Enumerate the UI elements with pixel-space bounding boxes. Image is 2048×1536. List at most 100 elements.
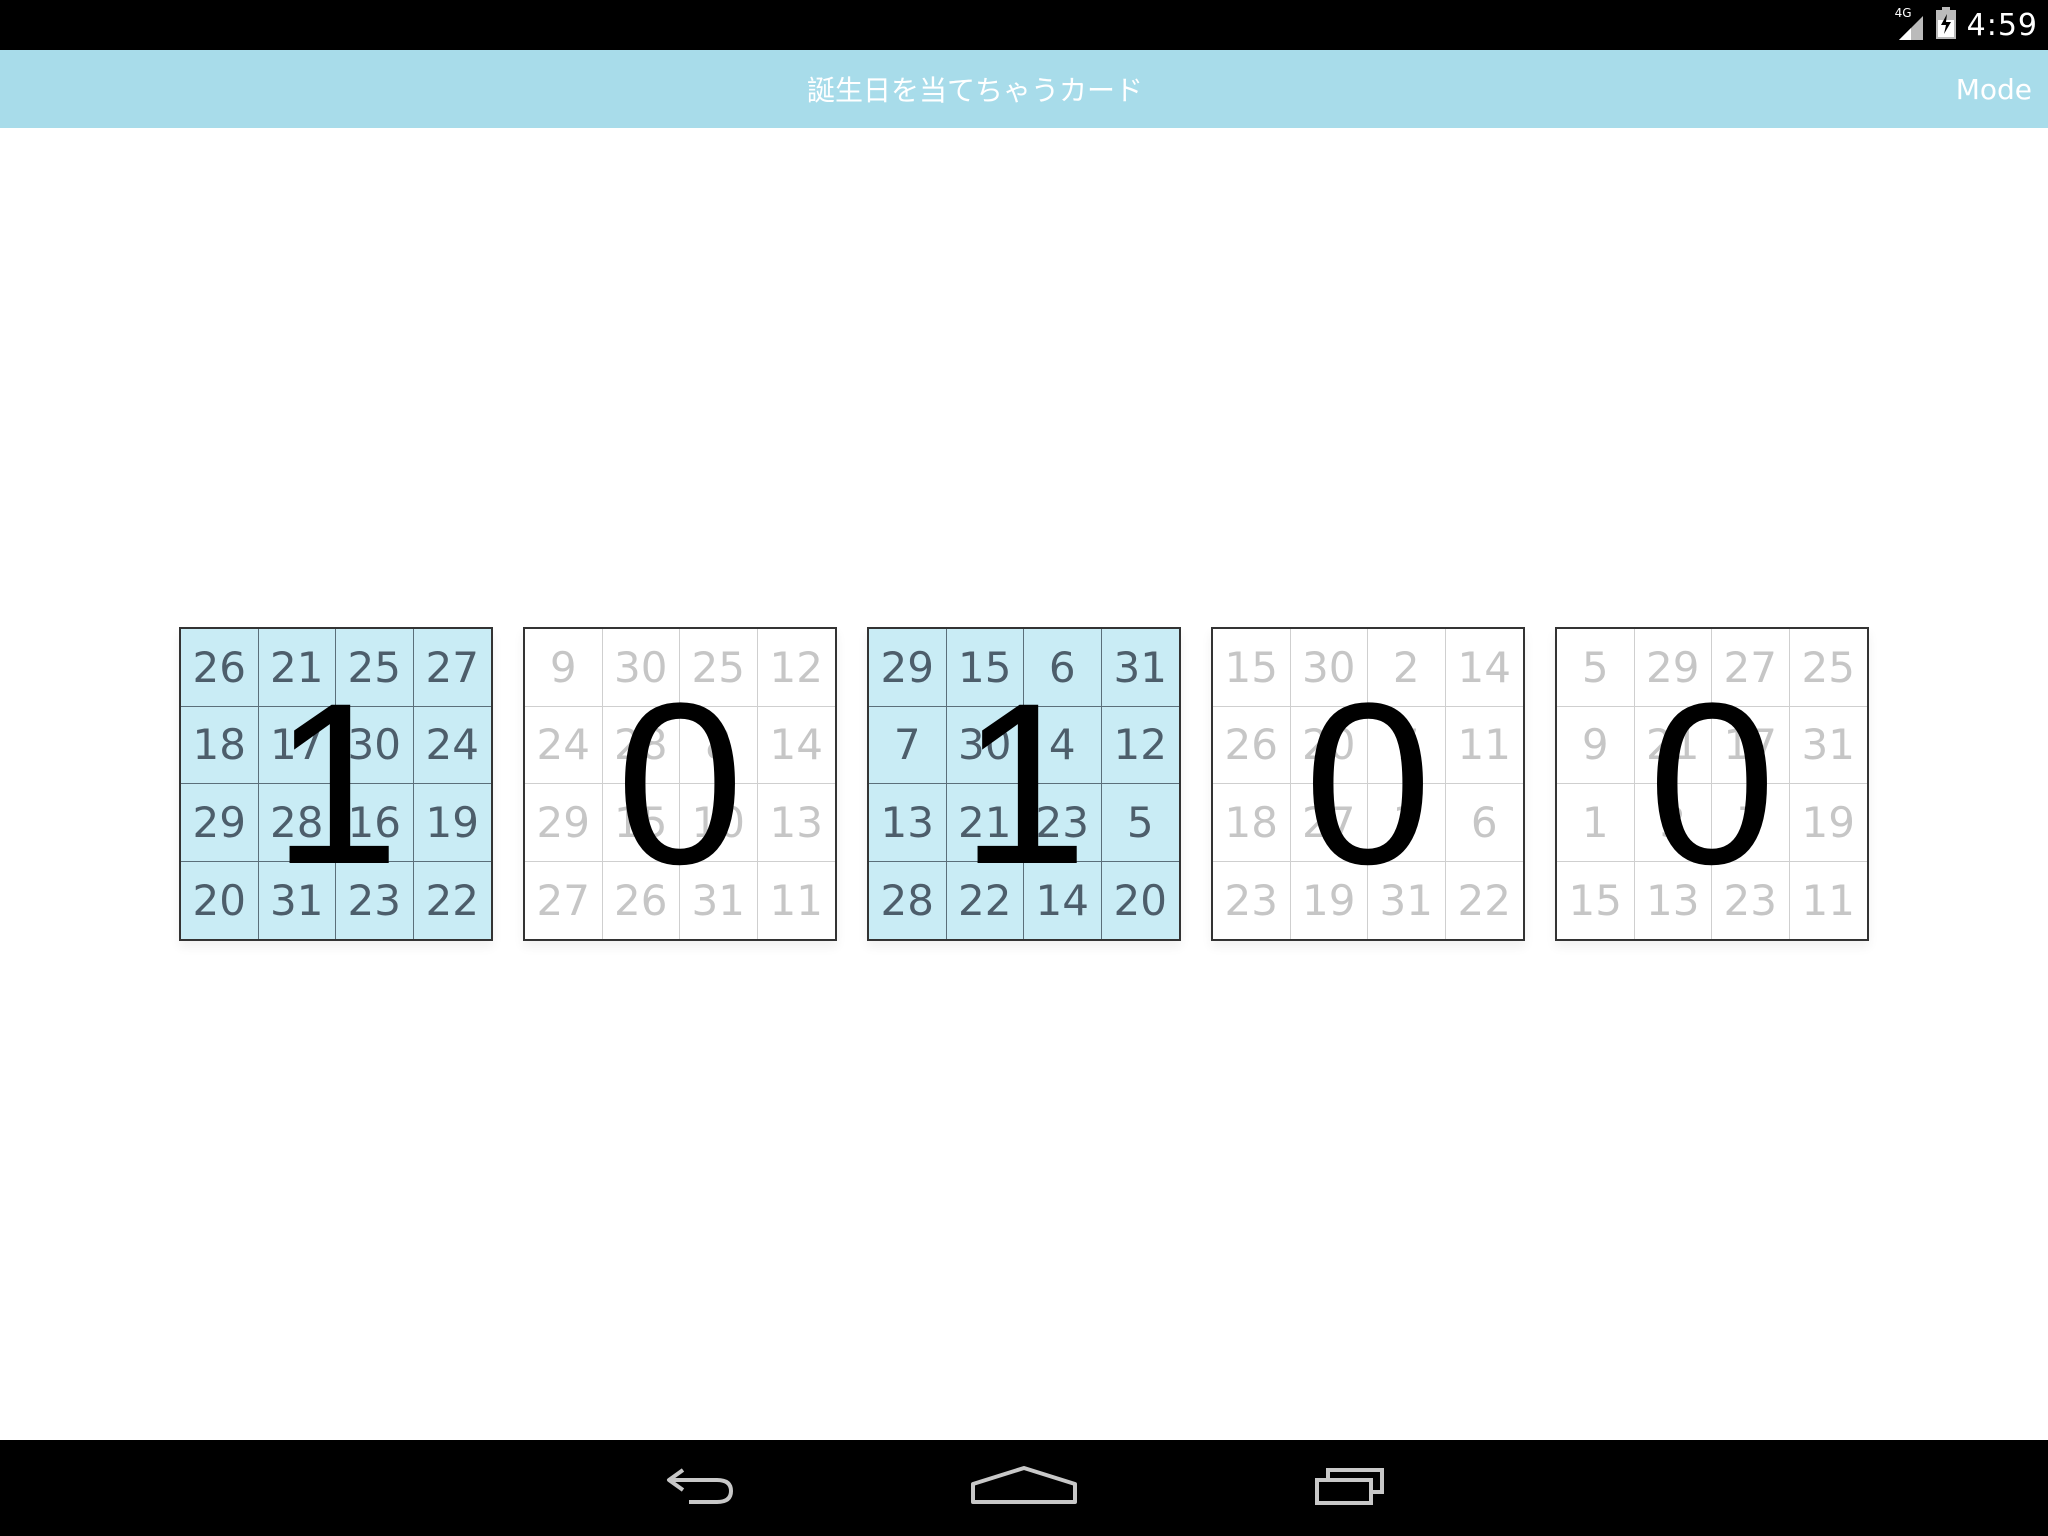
home-button[interactable] xyxy=(964,1440,1084,1536)
card-number: 3 xyxy=(1634,784,1712,862)
card-number: 13 xyxy=(869,784,947,862)
card-grid: 15 30 2 14 26 20 7 11 18 27 3 6 23 19 31 22 xyxy=(1213,629,1523,939)
card-grid: 29 15 6 31 7 30 4 12 13 21 23 5 28 22 14 20 xyxy=(869,629,1179,939)
card-number: 14 xyxy=(1024,861,1102,939)
back-button[interactable] xyxy=(640,1440,760,1536)
card-number: 31 xyxy=(1368,861,1446,939)
battery-icon xyxy=(1935,6,1957,44)
status-icons: 4G 4:59 xyxy=(1895,0,2038,50)
card-number: 25 xyxy=(1789,629,1867,707)
card-number: 15 xyxy=(1213,629,1291,707)
back-icon xyxy=(663,1464,737,1512)
card-number: 6 xyxy=(1024,629,1102,707)
card-number: 8 xyxy=(680,706,758,784)
card-number: 21 xyxy=(1634,706,1712,784)
card-number: 15 xyxy=(1557,861,1635,939)
mode-button[interactable]: Mode xyxy=(1956,50,2032,128)
card-number: 11 xyxy=(769,875,823,925)
card-number: 6 xyxy=(1445,784,1523,862)
card-number: 29 xyxy=(1634,629,1712,707)
card-number: 18 xyxy=(181,706,259,784)
cards-row: 26 21 25 27 18 17 30 24 29 28 16 19 20 31 23 22 1 9 30 25 12… xyxy=(179,627,1869,941)
card-number: 15 xyxy=(602,784,680,862)
card-number: 4 xyxy=(1024,706,1102,784)
card-number: 31 xyxy=(1789,707,1867,784)
card-number: 20 xyxy=(1290,706,1368,784)
card-grid: 26 21 25 27 18 17 30 24 29 28 16 19 20 31 23 22 xyxy=(181,629,491,939)
card-number: 19 xyxy=(413,784,491,862)
card-number: 13 xyxy=(1635,861,1712,939)
card-number: 7 xyxy=(1712,784,1790,862)
card-2[interactable]: 9 30 25 12 24 28 8 14 29 15 10 13 27 26 31 11 0 xyxy=(523,627,837,941)
action-bar: 誕生日を当てちゃうカード Mode xyxy=(0,50,2048,128)
card-number: 19 xyxy=(1291,861,1368,939)
card-number: 27 xyxy=(413,629,491,707)
card-number: 9 xyxy=(525,629,603,707)
navigation-bar xyxy=(0,1440,2048,1536)
card-number: 16 xyxy=(336,784,414,862)
card-number: 27 xyxy=(1712,629,1790,707)
card-number: 1 xyxy=(1557,784,1635,862)
card-number: 21 xyxy=(258,629,336,707)
card-number: 24 xyxy=(413,707,491,784)
card-number: 5 xyxy=(1101,784,1179,862)
card-number: 7 xyxy=(1368,706,1446,784)
card-number: 12 xyxy=(757,629,835,707)
card-number: 23 xyxy=(1712,861,1790,939)
card-number: 30 xyxy=(336,706,414,784)
card-number: 19 xyxy=(1789,784,1867,862)
card-number: 18 xyxy=(1213,784,1291,862)
card-number: 2 xyxy=(1368,629,1446,707)
card-number: 12 xyxy=(1101,707,1179,784)
status-bar: 4G 4:59 xyxy=(0,0,2048,50)
card-number: 9 xyxy=(1557,706,1635,784)
content-area: 26 21 25 27 18 17 30 24 29 28 16 19 20 31 23 22 1 9 30 25 12… xyxy=(0,128,2048,1440)
recent-apps-icon xyxy=(1314,1466,1386,1510)
card-number: 31 xyxy=(259,861,336,939)
card-grid: 9 30 25 12 24 28 8 14 29 15 10 13 27 26 31 11 xyxy=(525,629,835,939)
card-number: 25 xyxy=(336,629,414,707)
card-number: 23 xyxy=(1213,861,1291,939)
card-number: 7 xyxy=(869,706,947,784)
card-number: 22 xyxy=(947,861,1024,939)
card-number: 26 xyxy=(181,629,259,707)
card-number: 14 xyxy=(1445,629,1523,707)
card-number: 22 xyxy=(425,875,479,925)
card-number: 28 xyxy=(258,784,336,862)
card-number: 23 xyxy=(1024,784,1102,862)
card-number: 29 xyxy=(869,629,947,707)
card-number: 17 xyxy=(1712,706,1790,784)
card-5[interactable]: 5 29 27 25 9 21 17 31 1 3 7 19 15 13 23 11 0 xyxy=(1555,627,1869,941)
card-number: 3 xyxy=(1368,784,1446,862)
card-4[interactable]: 15 30 2 14 26 20 7 11 18 27 3 6 23 19 31 22 0 xyxy=(1211,627,1525,941)
card-number: 30 xyxy=(946,706,1024,784)
card-number: 26 xyxy=(603,861,680,939)
card-number: 20 xyxy=(1113,875,1167,925)
card-number: 11 xyxy=(1801,875,1855,925)
card-number: 17 xyxy=(258,706,336,784)
card-number: 29 xyxy=(525,784,603,862)
card-number: 20 xyxy=(181,861,259,939)
recent-apps-button[interactable] xyxy=(1290,1440,1410,1536)
card-number: 27 xyxy=(1290,784,1368,862)
card-grid: 5 29 27 25 9 21 17 31 1 3 7 19 15 13 23 11 xyxy=(1557,629,1867,939)
card-number: 23 xyxy=(336,861,414,939)
card-number: 13 xyxy=(757,784,835,862)
card-1[interactable]: 26 21 25 27 18 17 30 24 29 28 16 19 20 31 23 22 1 xyxy=(179,627,493,941)
card-number: 25 xyxy=(680,629,758,707)
card-number: 22 xyxy=(1457,875,1511,925)
card-3[interactable]: 29 15 6 31 7 30 4 12 13 21 23 5 28 22 14 20 1 xyxy=(867,627,1181,941)
card-number: 5 xyxy=(1557,629,1635,707)
card-number: 28 xyxy=(602,706,680,784)
clock: 4:59 xyxy=(1966,7,2038,43)
card-number: 21 xyxy=(946,784,1024,862)
card-number: 31 xyxy=(680,861,758,939)
signal-icon: 4G xyxy=(1895,6,1925,42)
card-number: 31 xyxy=(1101,629,1179,707)
card-number: 30 xyxy=(602,629,680,707)
app-title: 誕生日を当てちゃうカード xyxy=(806,74,1143,107)
card-number: 29 xyxy=(181,784,259,862)
card-number: 14 xyxy=(757,707,835,784)
card-number: 28 xyxy=(869,861,947,939)
home-icon xyxy=(969,1464,1079,1512)
